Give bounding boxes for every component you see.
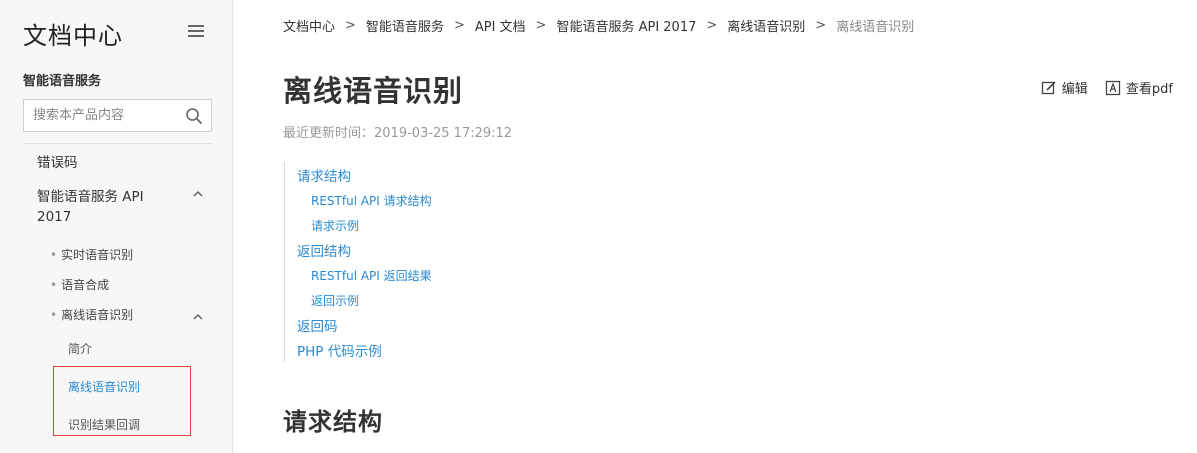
search-icon[interactable]: [185, 107, 203, 125]
sidebar-item-label: 离线语音识别: [61, 308, 134, 322]
toc-link-response-structure[interactable]: 返回结构: [297, 240, 351, 260]
breadcrumb-separator: >: [815, 18, 827, 33]
sidebar-search: [23, 99, 212, 132]
sidebar-item-label: 智能语音服务 API: [37, 189, 144, 205]
last-updated: 最近更新时间：2019-03-25 17:29:12: [283, 126, 513, 141]
edit-icon: [1041, 80, 1056, 94]
sidebar-item-offline[interactable]: • 离线语音识别: [50, 306, 133, 323]
table-of-contents: 请求结构 RESTful API 请求结构 请求示例 返回结构 RESTful …: [284, 162, 584, 362]
bullet: •: [50, 278, 58, 292]
chevron-up-icon[interactable]: [192, 190, 204, 198]
sidebar-item-api2017[interactable]: 智能语音服务 API: [37, 185, 144, 205]
pdf-icon: [1105, 80, 1121, 95]
toc-link-restful-request[interactable]: RESTful API 请求结构: [311, 192, 432, 209]
sidebar-item-api2017-line2: 2017: [37, 209, 72, 225]
sidebar-item-realtime[interactable]: • 实时语音识别: [50, 246, 133, 263]
sidebar-item-callback[interactable]: 识别结果回调: [68, 416, 140, 433]
breadcrumb-separator: >: [535, 18, 547, 33]
toc-link-request-structure[interactable]: 请求结构: [297, 165, 351, 185]
edit-label: 编辑: [1061, 82, 1088, 97]
breadcrumb-item[interactable]: 智能语音服务 API 2017: [556, 16, 696, 35]
sidebar-item-tts[interactable]: • 语音合成: [50, 276, 109, 293]
breadcrumb-separator: >: [453, 18, 465, 33]
toc-link-request-example[interactable]: 请求示例: [311, 217, 359, 234]
bullet: •: [50, 248, 58, 262]
sidebar-item-label: 实时语音识别: [61, 248, 134, 262]
edit-button[interactable]: 编辑: [1041, 78, 1088, 97]
toc-link-response-example[interactable]: 返回示例: [311, 292, 359, 309]
sidebar-title: 文档中心: [23, 22, 123, 50]
sidebar-item-label: 语音合成: [61, 278, 110, 292]
toc-link-restful-response[interactable]: RESTful API 返回结果: [311, 267, 432, 284]
toc-link-return-codes[interactable]: 返回码: [297, 315, 338, 335]
sidebar-item-error-codes[interactable]: 错误码: [37, 151, 78, 171]
sidebar: 文档中心 智能语音服务 错误码 智能语音服务 API 2017 •实时语音识别 …: [0, 0, 233, 453]
toc-link-php-example[interactable]: PHP 代码示例: [297, 340, 382, 360]
breadcrumb-separator: >: [706, 18, 718, 33]
sidebar-divider: [23, 143, 212, 144]
view-pdf-button[interactable]: 查看pdf: [1105, 78, 1173, 97]
breadcrumb-separator: >: [345, 18, 356, 33]
page-title: 离线语音识别: [283, 74, 464, 108]
pdf-label: 查看pdf: [1125, 82, 1173, 97]
product-name: 智能语音服务: [23, 74, 102, 89]
breadcrumb-current: 离线语音识别: [836, 20, 915, 35]
doc-actions: 编辑 查看pdf: [1029, 78, 1173, 100]
menu-icon[interactable]: [186, 22, 206, 40]
breadcrumb-item[interactable]: API 文档: [475, 16, 526, 35]
page: 文档中心 智能语音服务 错误码 智能语音服务 API 2017 •实时语音识别 …: [0, 0, 1197, 453]
sidebar-item-intro[interactable]: 简介: [68, 340, 92, 357]
bullet: •: [50, 308, 58, 322]
breadcrumb-item[interactable]: 智能语音服务: [366, 16, 444, 35]
sidebar-item-offline-current[interactable]: 离线语音识别: [68, 378, 140, 395]
search-input[interactable]: [24, 100, 182, 131]
chevron-up-icon[interactable]: [192, 313, 204, 321]
section-heading: 请求结构: [283, 408, 383, 436]
breadcrumb-item[interactable]: 离线语音识别: [727, 16, 805, 35]
breadcrumb: 文档中心 > 智能语音服务 > API 文档 > 智能语音服务 API 2017 > 离线语音识…: [283, 16, 915, 35]
breadcrumb-item[interactable]: 文档中心: [283, 16, 335, 35]
